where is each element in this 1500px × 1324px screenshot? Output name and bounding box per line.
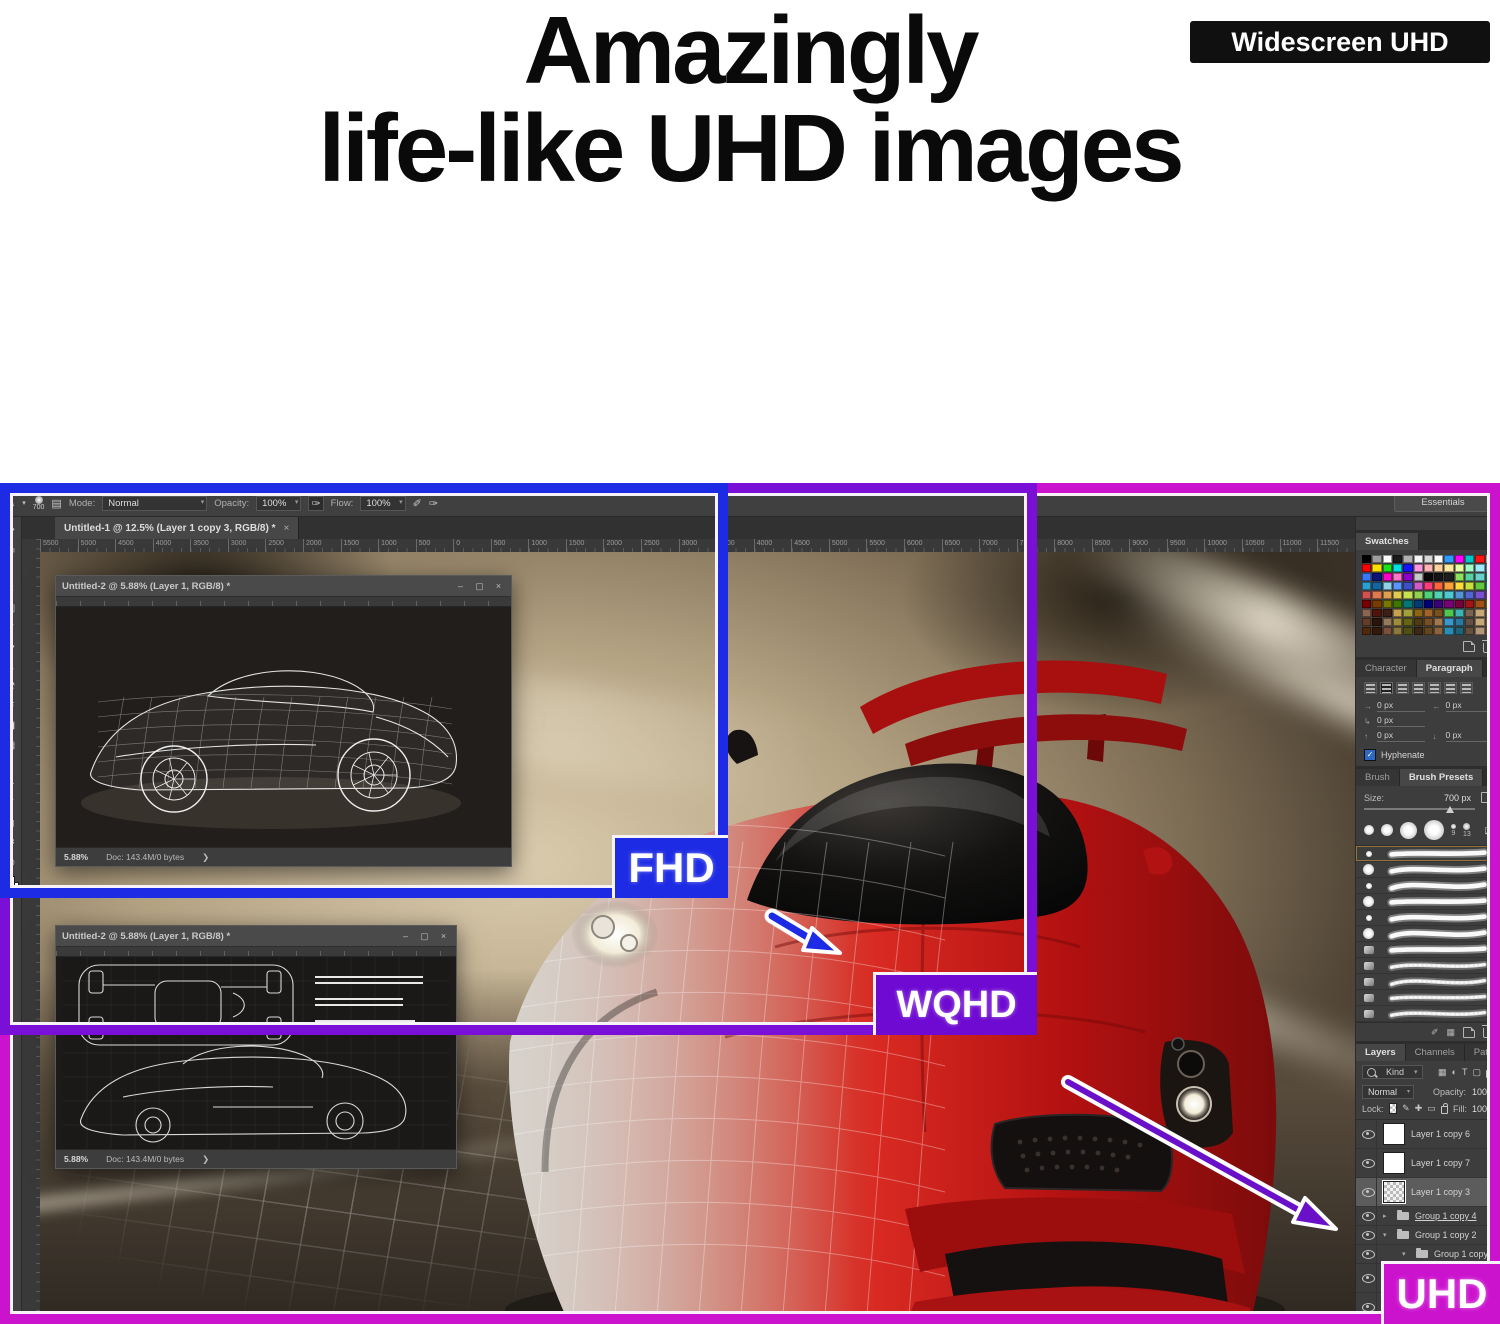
uhd-badge: UHD [1381, 1261, 1500, 1324]
page-title-line2: life-like UHD images [0, 100, 1500, 198]
wqhd-badge: WQHD [873, 972, 1037, 1035]
fhd-badge: FHD [612, 835, 728, 898]
page: { "header": { "title_line1": "Amazingly"… [0, 0, 1500, 1324]
widescreen-uhd-badge: Widescreen UHD [1190, 21, 1490, 63]
